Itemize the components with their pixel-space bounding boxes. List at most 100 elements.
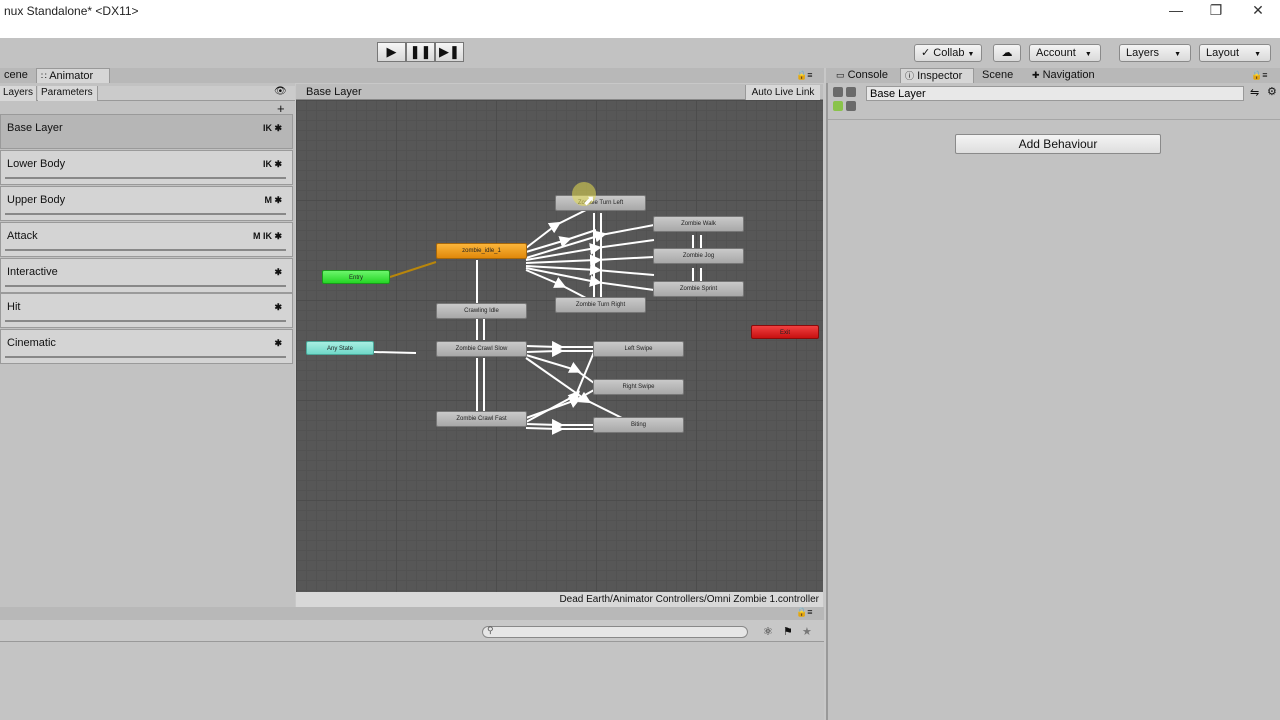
layer-asset-icon bbox=[833, 87, 857, 113]
check-icon: ✓ bbox=[921, 47, 931, 59]
layer-item[interactable]: Hit ✱ bbox=[0, 293, 293, 328]
layer-item[interactable]: Cinematic ✱ bbox=[0, 329, 293, 364]
subtab-layers[interactable]: Layers bbox=[0, 86, 38, 101]
tab-inspector[interactable]: ⓘ Inspector bbox=[900, 68, 974, 83]
controller-path-bar: Dead Earth/Animator Controllers/Omni Zom… bbox=[296, 592, 823, 607]
lock-icon[interactable]: 🔒≡ bbox=[796, 607, 812, 618]
navigation-icon: ✚ bbox=[1032, 70, 1040, 80]
graph-header bbox=[296, 84, 823, 100]
tab-console-label: Console bbox=[847, 69, 888, 81]
layer-flags[interactable]: ✱ bbox=[274, 338, 282, 349]
layer-flags[interactable]: ✱ bbox=[274, 302, 282, 313]
add-behaviour-button[interactable]: Add Behaviour bbox=[955, 134, 1161, 154]
state-node[interactable]: Zombie Sprint bbox=[653, 281, 744, 297]
layer-flags[interactable]: M ✱ bbox=[264, 195, 282, 206]
layer-item[interactable]: Base Layer IK ✱ bbox=[0, 114, 293, 149]
cursor-icon: ⬈ bbox=[583, 192, 595, 208]
state-node[interactable]: Left Swipe bbox=[593, 341, 684, 357]
state-node[interactable]: Right Swipe bbox=[593, 379, 684, 395]
tab-navigation-label: Navigation bbox=[1042, 69, 1095, 81]
chevron-down-icon: ▼ bbox=[967, 51, 975, 58]
step-button[interactable]: ▶❚ bbox=[435, 42, 464, 62]
account-label: Account bbox=[1036, 47, 1076, 59]
close-icon[interactable]: ✕ bbox=[1238, 0, 1278, 22]
state-node[interactable]: Zombie Turn Right bbox=[555, 297, 646, 313]
entry-node[interactable]: Entry bbox=[322, 270, 390, 284]
animator-tabbar bbox=[0, 68, 824, 83]
lock-icon[interactable]: 🔒≡ bbox=[1251, 70, 1267, 81]
chevron-down-icon: ▼ bbox=[1254, 51, 1262, 58]
layer-item[interactable]: Interactive ✱ bbox=[0, 258, 293, 293]
layer-weight-bar bbox=[5, 249, 286, 251]
title-bar: nux Standalone* <DX11> — ❐ ✕ bbox=[0, 0, 1280, 38]
lock-icon[interactable]: 🔒≡ bbox=[796, 70, 812, 81]
collab-button[interactable]: ✓ Collab ▼ bbox=[914, 44, 982, 62]
restore-icon[interactable]: ❐ bbox=[1196, 0, 1236, 22]
layer-item[interactable]: Lower Body IK ✱ bbox=[0, 150, 293, 185]
layers-dropdown[interactable]: Layers ▼ bbox=[1119, 44, 1191, 62]
tab-console[interactable]: ▭ Console bbox=[832, 68, 892, 83]
divider bbox=[828, 119, 1280, 120]
subtab-parameters[interactable]: Parameters bbox=[38, 86, 98, 101]
tab-animator[interactable]: ∷ Animator bbox=[36, 68, 110, 83]
layer-weight-bar bbox=[5, 356, 286, 358]
tab-scene[interactable]: cene bbox=[0, 68, 32, 83]
layer-flags[interactable]: IK ✱ bbox=[263, 159, 282, 170]
filter-type-icon[interactable]: ⚛ bbox=[763, 625, 773, 638]
chevron-down-icon: ▼ bbox=[1174, 51, 1182, 58]
tab-inspector-label: Inspector bbox=[917, 70, 963, 82]
search-input[interactable]: ⚲ bbox=[482, 625, 748, 638]
layer-weight-bar bbox=[5, 285, 286, 287]
layer-name: Upper Body bbox=[7, 194, 66, 206]
state-node[interactable]: Zombie Turn Left bbox=[555, 195, 646, 211]
account-dropdown[interactable]: Account ▼ bbox=[1029, 44, 1101, 62]
layer-weight-bar bbox=[5, 320, 286, 322]
layout-dropdown[interactable]: Layout ▼ bbox=[1199, 44, 1271, 62]
state-machine-graph[interactable]: Zombie Turn Left Zombie Walk Zombie Jog … bbox=[296, 100, 823, 592]
animator-icon: ∷ bbox=[41, 71, 47, 81]
layer-flags[interactable]: M IK ✱ bbox=[253, 231, 282, 242]
layer-item[interactable]: Attack M IK ✱ bbox=[0, 222, 293, 257]
layer-name-field[interactable] bbox=[866, 86, 1244, 101]
eye-icon[interactable]: 👁 bbox=[274, 86, 287, 97]
layer-item[interactable]: Upper Body M ✱ bbox=[0, 186, 293, 221]
layer-name: Cinematic bbox=[7, 337, 56, 349]
layer-flags[interactable]: ✱ bbox=[274, 267, 282, 278]
info-icon: ⓘ bbox=[905, 71, 915, 81]
star-icon[interactable]: ★ bbox=[802, 625, 812, 638]
layer-name: Attack bbox=[7, 230, 38, 242]
breadcrumb[interactable]: Base Layer bbox=[306, 86, 362, 98]
state-node[interactable]: Zombie Jog bbox=[653, 248, 744, 264]
any-state-node[interactable]: Any State bbox=[306, 341, 374, 355]
layer-weight-bar bbox=[5, 177, 286, 179]
state-node[interactable]: Crawling Idle bbox=[436, 303, 527, 319]
cloud-button[interactable]: ☁ bbox=[993, 44, 1021, 62]
state-node[interactable]: Zombie Crawl Slow bbox=[436, 341, 527, 357]
default-state-node[interactable]: zombie_idle_1 bbox=[436, 243, 527, 259]
tab-animator-label: Animator bbox=[49, 70, 94, 82]
state-node[interactable]: Zombie Crawl Fast bbox=[436, 411, 527, 427]
layer-name: Lower Body bbox=[7, 158, 66, 170]
project-browser-area bbox=[0, 642, 824, 720]
gear-icon[interactable]: ⚙ bbox=[1267, 85, 1277, 98]
state-node[interactable]: Biting bbox=[593, 417, 684, 433]
preset-icon[interactable]: ⇋ bbox=[1250, 86, 1259, 99]
play-button[interactable]: ▶ bbox=[377, 42, 406, 62]
layers-label: Layers bbox=[1126, 47, 1160, 59]
exit-node[interactable]: Exit bbox=[751, 325, 819, 339]
label-icon[interactable]: ⚑ bbox=[783, 625, 793, 638]
tab-navigation[interactable]: ✚ Navigation bbox=[1028, 68, 1099, 83]
minimize-icon[interactable]: — bbox=[1156, 0, 1196, 22]
layer-flags[interactable]: IK ✱ bbox=[263, 123, 282, 134]
state-node[interactable]: Zombie Walk bbox=[653, 216, 744, 232]
inspector-panel: ⇋ ⚙ Add Behaviour bbox=[826, 83, 1280, 720]
auto-live-link-toggle[interactable]: Auto Live Link bbox=[745, 85, 820, 100]
window-title: nux Standalone* <DX11> bbox=[4, 4, 139, 18]
tab-scene-view[interactable]: Scene bbox=[978, 68, 1017, 83]
search-icon: ⚲ bbox=[487, 625, 494, 635]
pause-button[interactable]: ❚❚ bbox=[406, 42, 435, 62]
layer-weight-bar bbox=[5, 213, 286, 215]
controller-path: Dead Earth/Animator Controllers/Omni Zom… bbox=[559, 594, 819, 605]
bottom-tabbar: 🔒≡ bbox=[0, 607, 824, 620]
layer-name: Hit bbox=[7, 301, 21, 313]
